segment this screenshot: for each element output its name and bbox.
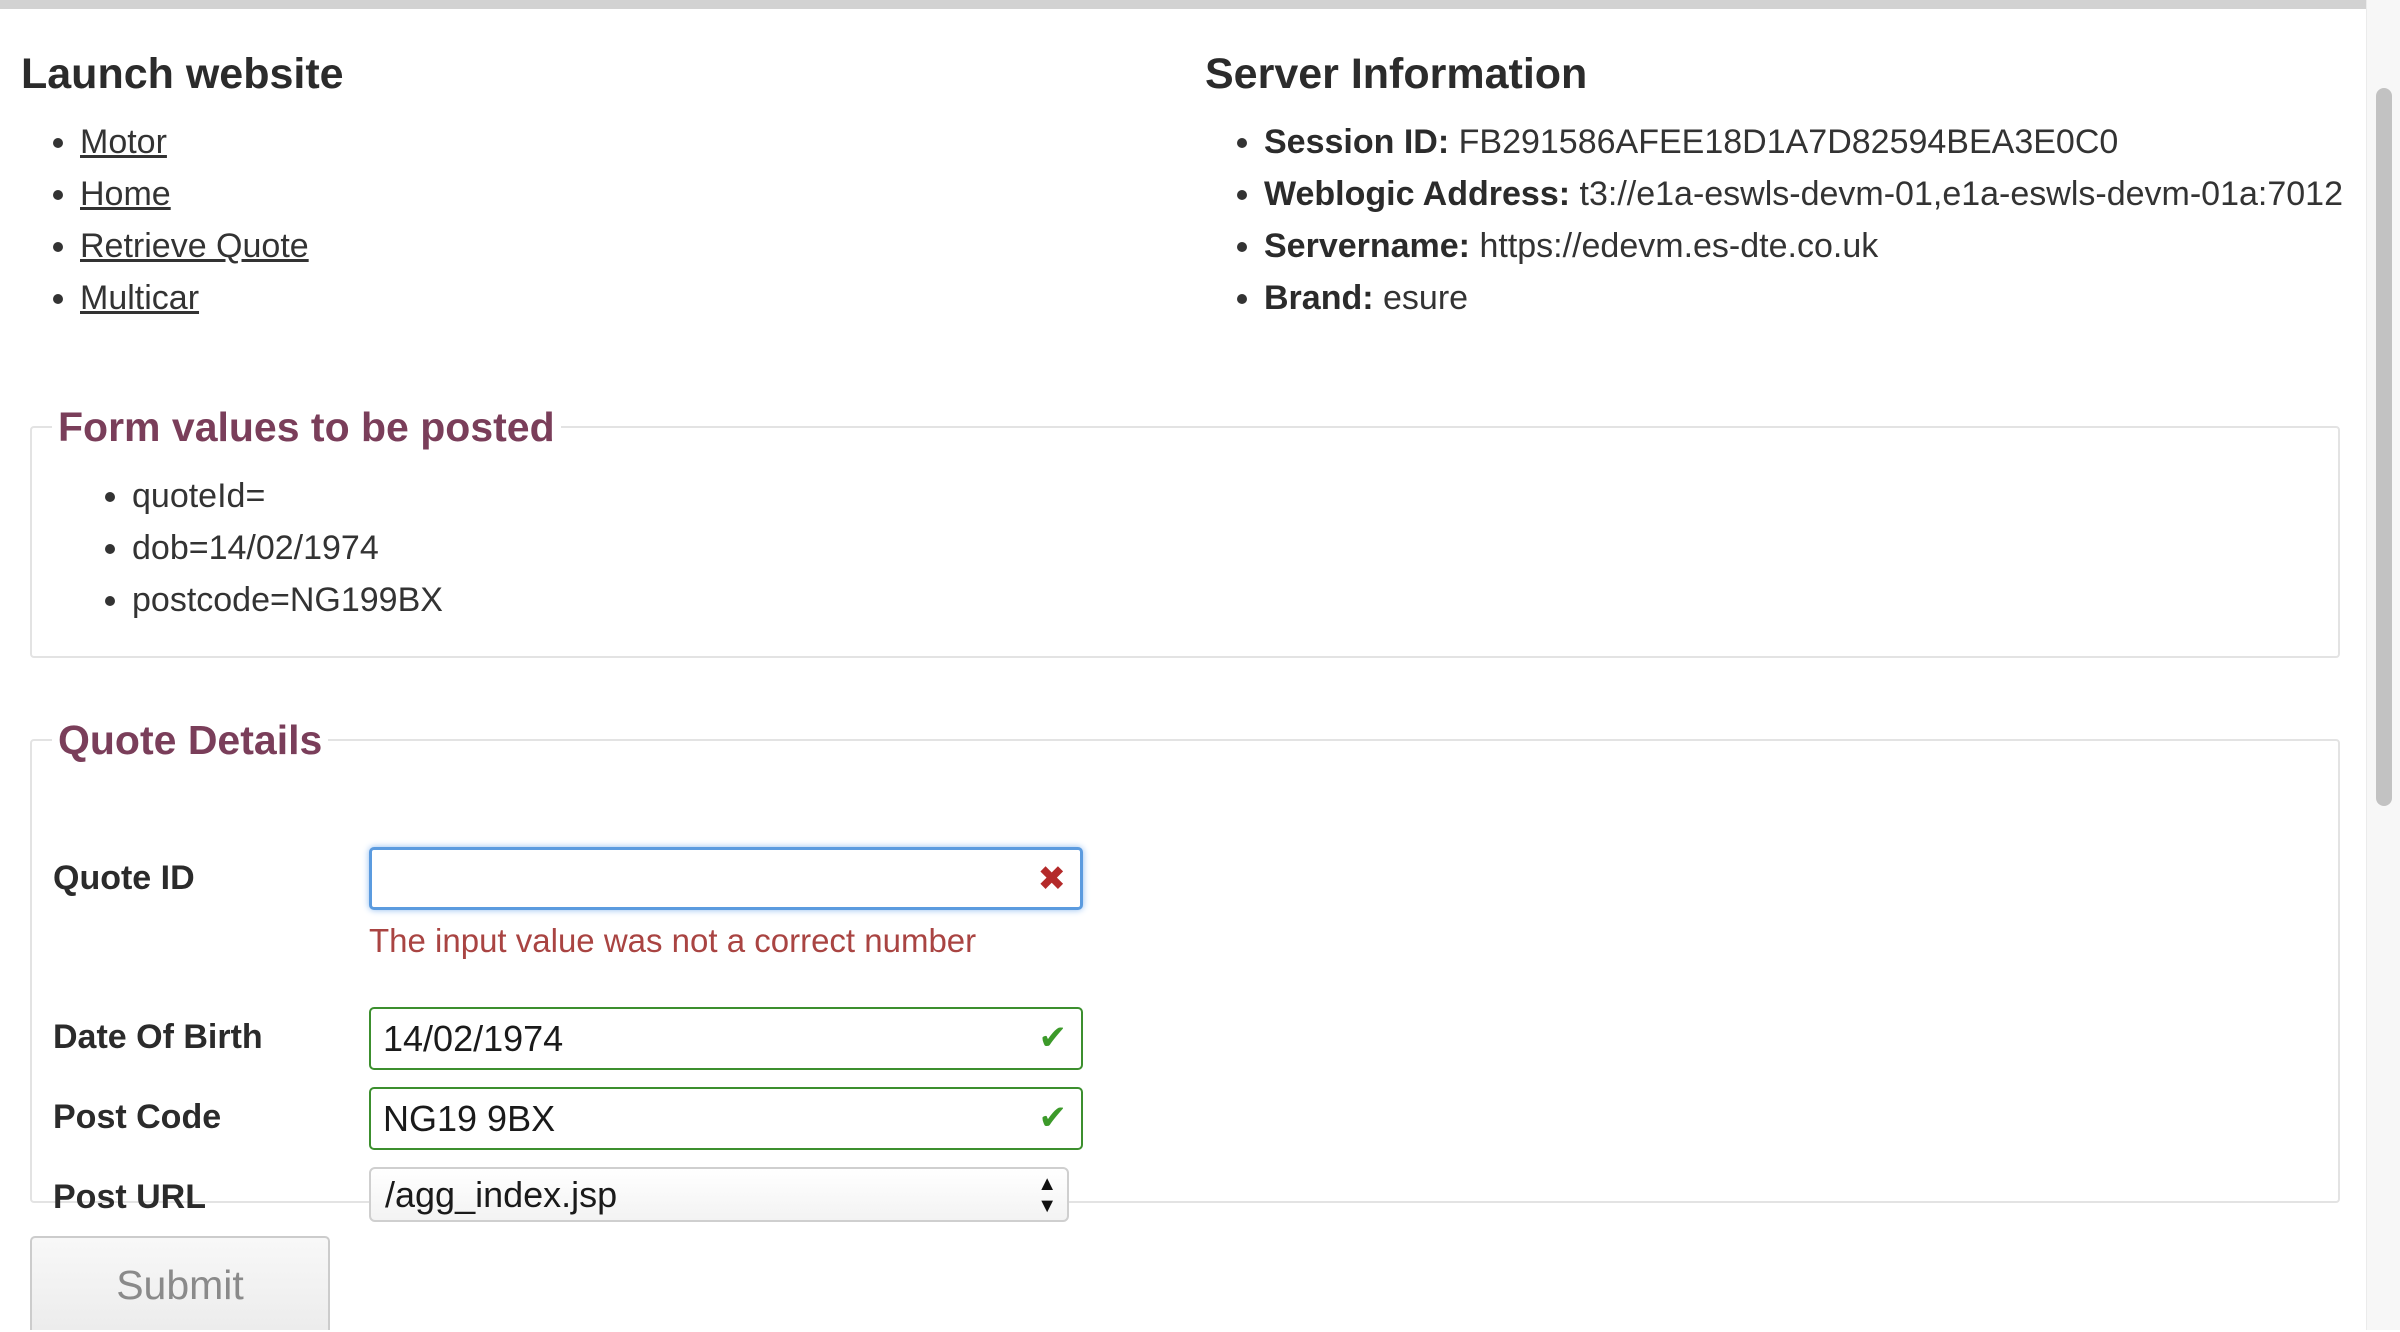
server-information-heading: Server Information (1205, 50, 1588, 98)
list-item: dob=14/02/1974 (132, 522, 2338, 574)
date-of-birth-value: 14/02/1974 (383, 1018, 564, 1059)
launch-website-heading: Launch website (21, 50, 344, 98)
list-item: postcode=NG199BX (132, 574, 2338, 626)
info-label: Session ID: (1264, 123, 1450, 161)
scrollbar-thumb[interactable] (2376, 88, 2392, 806)
list-item: Home (80, 168, 1171, 220)
select-arrows-icon: ▲ ▼ (1037, 1173, 1057, 1217)
launch-links-list: Motor Home Retrieve Quote Multicar (21, 116, 1171, 324)
info-label: Weblogic Address: (1264, 175, 1571, 213)
post-code-input[interactable]: NG19 9BX ✔ (369, 1087, 1083, 1150)
submit-button[interactable]: Submit (30, 1236, 330, 1330)
post-url-label: Post URL (53, 1178, 206, 1216)
home-link[interactable]: Home (80, 175, 171, 213)
list-item: Multicar (80, 272, 1171, 324)
post-url-selected: /agg_index.jsp (385, 1174, 618, 1215)
x-icon: ✖ (1037, 860, 1067, 898)
server-information-section: Server Information Session ID: FB291586A… (1205, 44, 2355, 324)
post-url-select[interactable]: /agg_index.jsp ▲ ▼ (369, 1167, 1069, 1222)
list-item: Retrieve Quote (80, 220, 1171, 272)
info-label: Brand: (1264, 279, 1374, 317)
weblogic-address-item: Weblogic Address: t3://e1a-eswls-devm-01… (1264, 168, 2355, 220)
date-of-birth-input[interactable]: 14/02/1974 ✔ (369, 1007, 1083, 1070)
quote-id-error-message: The input value was not a correct number (369, 922, 977, 959)
quote-id-label: Quote ID (53, 859, 195, 897)
quote-details-fieldset: Quote Details Quote ID ✖ The input value… (30, 715, 2340, 1222)
form-values-fieldset: Form values to be posted quoteId= dob=14… (30, 402, 2340, 658)
multicar-link[interactable]: Multicar (80, 279, 199, 317)
quote-id-input[interactable]: ✖ (369, 847, 1083, 910)
post-code-value: NG19 9BX (383, 1098, 556, 1139)
form-values-legend: Form values to be posted (58, 404, 555, 450)
info-value: FB291586AFEE18D1A7D82594BEA3E0C0 (1458, 123, 2119, 161)
list-item: quoteId= (132, 470, 2338, 522)
check-icon: ✔ (1038, 1099, 1068, 1137)
info-value: https://edevm.es-dte.co.uk (1479, 227, 1879, 265)
retrieve-quote-link[interactable]: Retrieve Quote (80, 227, 309, 265)
info-value: t3://e1a-eswls-devm-01,e1a-eswls-devm-01… (1579, 175, 2343, 213)
session-id-item: Session ID: FB291586AFEE18D1A7D82594BEA3… (1264, 116, 2355, 168)
list-item: Motor (80, 116, 1171, 168)
server-info-list: Session ID: FB291586AFEE18D1A7D82594BEA3… (1205, 116, 2355, 324)
check-icon: ✔ (1038, 1019, 1068, 1057)
servername-item: Servername: https://edevm.es-dte.co.uk (1264, 220, 2355, 272)
post-code-label: Post Code (53, 1098, 222, 1136)
motor-link[interactable]: Motor (80, 123, 167, 161)
quote-details-legend: Quote Details (58, 717, 323, 763)
posted-values-list: quoteId= dob=14/02/1974 postcode=NG199BX (32, 470, 2338, 626)
launch-website-section: Launch website Motor Home Retrieve Quote… (21, 44, 1171, 324)
info-value: esure (1383, 279, 1469, 317)
top-border (0, 0, 2366, 9)
brand-item: Brand: esure (1264, 272, 2355, 324)
info-label: Servername: (1264, 227, 1471, 265)
date-of-birth-label: Date Of Birth (53, 1018, 263, 1056)
